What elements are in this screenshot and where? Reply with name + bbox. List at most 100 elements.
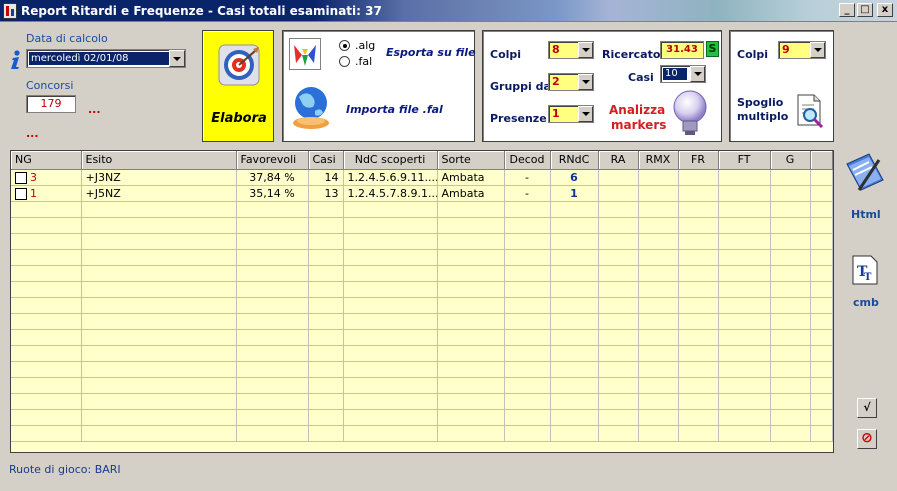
concorsi-input[interactable]: 179 bbox=[26, 95, 76, 113]
window-title: Report Ritardi e Frequenze - Casi totali… bbox=[21, 3, 382, 18]
html-label[interactable]: Html bbox=[851, 208, 881, 221]
params-panel: Colpi 8 Gruppi da 2 Presenze 1 Ricercato… bbox=[482, 30, 722, 142]
export-file-link[interactable]: Esporta su file bbox=[386, 46, 476, 59]
chevron-down-icon[interactable] bbox=[578, 42, 593, 58]
col-ng[interactable]: NG bbox=[11, 151, 82, 170]
elabora-button[interactable]: Elabora bbox=[202, 30, 274, 142]
table-row[interactable]: 3 +J3NZ 37,84 % 14 1.2.4.5.6.9.11.... Am… bbox=[11, 169, 833, 186]
document-search-icon[interactable] bbox=[794, 93, 826, 132]
results-grid[interactable]: NG Esito Favorevoli Casi NdC scoperti So… bbox=[10, 150, 834, 453]
date-value: mercoledì 02/01/08 bbox=[29, 52, 169, 65]
chevron-down-icon[interactable] bbox=[578, 106, 593, 122]
empty-row bbox=[11, 361, 833, 378]
row-ng: 1 bbox=[30, 186, 37, 200]
radio-alg[interactable] bbox=[339, 40, 350, 51]
col-casi[interactable]: Casi bbox=[308, 151, 344, 170]
chevron-down-icon[interactable] bbox=[169, 50, 185, 67]
row-rndc: 6 bbox=[550, 169, 599, 186]
col-favorevoli[interactable]: Favorevoli bbox=[236, 151, 309, 170]
row-rndc: 1 bbox=[550, 185, 599, 202]
col-rmx[interactable]: RMX bbox=[638, 151, 679, 170]
casi-select[interactable]: 10 bbox=[660, 65, 706, 83]
colpi-select[interactable]: 8 bbox=[548, 41, 594, 59]
minimize-button[interactable]: _ bbox=[839, 3, 855, 17]
markers-label[interactable]: markers bbox=[611, 118, 666, 132]
elabora-label: Elabora bbox=[211, 111, 267, 126]
date-select[interactable]: mercoledì 02/01/08 bbox=[26, 49, 186, 68]
extra-more[interactable]: ... bbox=[26, 127, 39, 140]
row-checkbox[interactable] bbox=[15, 187, 27, 200]
radio-alg-label: .alg bbox=[355, 39, 376, 52]
row-decod: - bbox=[504, 169, 551, 186]
chevron-down-icon[interactable] bbox=[578, 74, 593, 90]
row-decod: - bbox=[504, 185, 551, 202]
col-ndc[interactable]: NdC scoperti bbox=[343, 151, 438, 170]
analizza-label[interactable]: Analizza bbox=[609, 103, 665, 117]
empty-row bbox=[11, 249, 833, 266]
spoglio-label-1[interactable]: Spoglio bbox=[737, 96, 783, 109]
col-g[interactable]: G bbox=[770, 151, 811, 170]
casi-label: Casi bbox=[628, 71, 654, 84]
table-row[interactable]: 1 +J5NZ 35,14 % 13 1.2.4.5.7.8.9.1... Am… bbox=[11, 185, 833, 202]
row-esito: +J5NZ bbox=[81, 185, 237, 202]
row-ng: 3 bbox=[30, 170, 37, 184]
ricercato-input[interactable]: 31.43 bbox=[660, 41, 704, 59]
row-sorte: Ambata bbox=[437, 185, 505, 202]
s-button[interactable]: S bbox=[706, 41, 719, 57]
radio-fal[interactable] bbox=[339, 56, 350, 67]
spoglio-label-2[interactable]: multiplo bbox=[737, 110, 788, 123]
col-rndc[interactable]: RNdC bbox=[550, 151, 599, 170]
import-file-link[interactable]: Importa file .fal bbox=[346, 103, 443, 116]
presenze-label: Presenze bbox=[490, 112, 547, 125]
col-decod[interactable]: Decod bbox=[504, 151, 551, 170]
presenze-select[interactable]: 1 bbox=[548, 105, 594, 123]
check-button[interactable]: √ bbox=[857, 398, 877, 418]
html-export-icon[interactable] bbox=[839, 150, 889, 203]
lightbulb-icon[interactable] bbox=[670, 89, 710, 142]
concorsi-more[interactable]: ... bbox=[88, 103, 101, 116]
empty-row bbox=[11, 265, 833, 282]
ricercato-label: Ricercato bbox=[602, 48, 661, 61]
empty-row bbox=[11, 297, 833, 314]
row-favorevoli: 37,84 % bbox=[236, 169, 309, 186]
maximize-button[interactable]: □ bbox=[857, 3, 873, 17]
status-text: Ruote di gioco: BARI bbox=[9, 463, 121, 476]
svg-text:T: T bbox=[864, 272, 872, 283]
empty-row bbox=[11, 345, 833, 362]
spoglio-colpi-label: Colpi bbox=[737, 48, 769, 61]
row-favorevoli: 35,14 % bbox=[236, 185, 309, 202]
empty-row bbox=[11, 313, 833, 330]
chevron-down-icon[interactable] bbox=[690, 66, 705, 82]
empty-row bbox=[11, 233, 833, 250]
import-globe-icon[interactable] bbox=[289, 83, 335, 136]
spoglio-colpi-select[interactable]: 9 bbox=[778, 41, 826, 59]
export-icon[interactable] bbox=[289, 38, 321, 70]
col-sorte[interactable]: Sorte bbox=[437, 151, 505, 170]
gruppi-value: 2 bbox=[552, 75, 560, 88]
cmb-icon[interactable]: T T bbox=[851, 254, 879, 289]
colpi-value: 8 bbox=[552, 43, 560, 56]
col-ra[interactable]: RA bbox=[598, 151, 639, 170]
spoglio-colpi-value: 9 bbox=[782, 43, 790, 56]
row-sorte: Ambata bbox=[437, 169, 505, 186]
col-fr[interactable]: FR bbox=[678, 151, 719, 170]
gruppi-label: Gruppi da bbox=[490, 80, 551, 93]
empty-row bbox=[11, 393, 833, 410]
gruppi-select[interactable]: 2 bbox=[548, 73, 594, 91]
empty-row bbox=[11, 329, 833, 346]
col-ft[interactable]: FT bbox=[718, 151, 771, 170]
cmb-label[interactable]: cmb bbox=[853, 296, 879, 309]
title-bar: Report Ritardi e Frequenze - Casi totali… bbox=[0, 0, 897, 22]
col-esito[interactable]: Esito bbox=[81, 151, 237, 170]
close-button[interactable]: x bbox=[877, 3, 893, 17]
info-icon[interactable] bbox=[9, 50, 23, 70]
empty-row bbox=[11, 409, 833, 426]
cancel-button[interactable]: ⊘ bbox=[857, 429, 877, 449]
empty-row bbox=[11, 217, 833, 234]
row-checkbox[interactable] bbox=[15, 171, 27, 184]
empty-row bbox=[11, 425, 833, 442]
chevron-down-icon[interactable] bbox=[810, 42, 825, 58]
row-ndc: 1.2.4.5.6.9.11.... bbox=[343, 169, 438, 186]
casi-value: 10 bbox=[663, 68, 687, 80]
presenze-value: 1 bbox=[552, 107, 560, 120]
